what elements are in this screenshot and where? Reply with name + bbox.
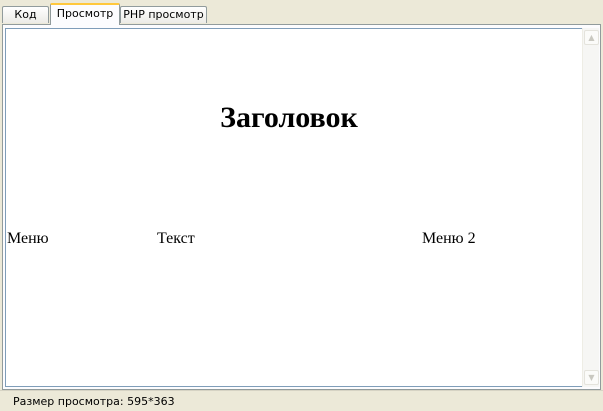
status-bar: Размер просмотра: 595*363	[0, 390, 603, 411]
tab-code[interactable]: Код	[2, 6, 49, 23]
tab-preview[interactable]: Просмотр	[50, 3, 120, 25]
preview-size-status: Размер просмотра: 595*363	[13, 395, 175, 408]
tab-php-preview[interactable]: PHP просмотр	[120, 6, 207, 23]
chevron-down-icon[interactable]: ▼	[584, 370, 599, 385]
preview-column-text: Текст	[157, 230, 195, 247]
preview-viewport[interactable]: Заголовок Меню Текст Меню 2	[5, 28, 582, 387]
chevron-up-icon[interactable]: ▲	[584, 30, 599, 45]
tab-bar: Код Просмотр PHP просмотр	[0, 0, 603, 25]
preview-column-menu2: Меню 2	[422, 230, 476, 247]
preview-column-menu: Меню	[7, 230, 49, 247]
vertical-scrollbar[interactable]: ▲ ▼	[582, 28, 599, 387]
preview-heading: Заголовок	[220, 101, 358, 134]
